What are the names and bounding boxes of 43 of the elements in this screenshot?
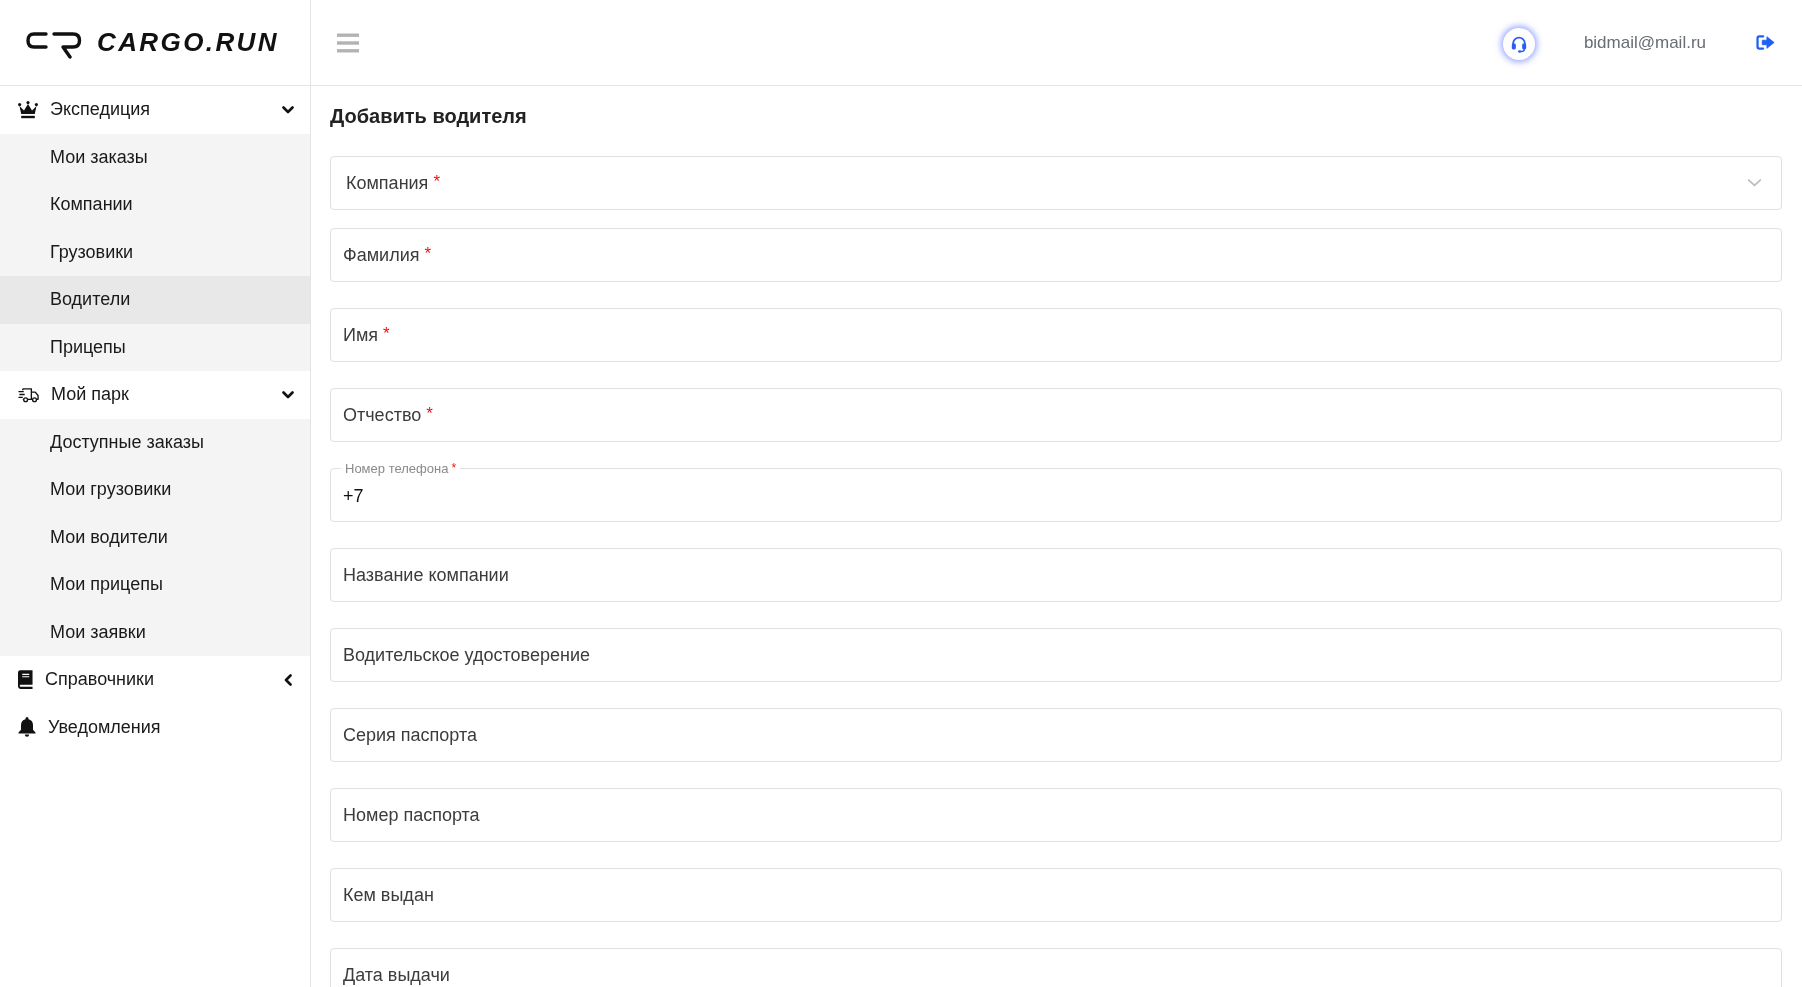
user-email: bidmail@mail.ru	[1583, 32, 1706, 53]
field-placeholder: Водительское удостоверение	[343, 644, 590, 666]
field-placeholder: Фамилия *	[343, 244, 432, 266]
input-field[interactable]: Отчество *	[330, 388, 1782, 442]
field-placeholder: Дата выдачи	[343, 964, 450, 986]
logout-icon[interactable]	[1756, 35, 1775, 50]
bell-icon	[18, 717, 36, 738]
field-placeholder: Название компании	[343, 564, 509, 586]
brand-name: CARGO.RUN	[97, 27, 279, 58]
input-field[interactable]: Кем выдан	[330, 868, 1782, 922]
input-field[interactable]: Номер паспорта	[330, 788, 1782, 842]
sidebar-link[interactable]: Водители	[0, 276, 310, 324]
input-field[interactable]: Дата выдачи	[330, 948, 1782, 987]
headset-icon[interactable]	[1502, 27, 1535, 60]
sidebar-link[interactable]: Компании	[0, 181, 310, 229]
sidebar-link[interactable]: Мои заказы	[0, 133, 310, 181]
select-field[interactable]: Компания *	[330, 156, 1782, 210]
field-placeholder: Отчество *	[343, 404, 433, 426]
field-placeholder: Номер паспорта	[343, 804, 480, 826]
input-field[interactable]: Серия паспорта	[330, 708, 1782, 762]
field-placeholder: Компания *	[346, 172, 440, 194]
sidebar-link[interactable]: Мои грузовики	[0, 466, 310, 514]
field-placeholder: Серия паспорта	[343, 724, 477, 746]
sidebar-link[interactable]: Мои заявки	[0, 608, 310, 656]
sidebar-link[interactable]: Доступные заказы	[0, 418, 310, 466]
input-field[interactable]: Название компании	[330, 548, 1782, 602]
field-placeholder: Кем выдан	[343, 884, 434, 906]
crown-icon	[18, 100, 38, 119]
logo-mark-icon	[25, 32, 83, 59]
sidebar-link[interactable]: Грузовики	[0, 228, 310, 276]
input-field[interactable]: Водительское удостоверение	[330, 628, 1782, 682]
page-title: Добавить водителя	[330, 104, 528, 129]
truck-icon	[18, 386, 39, 403]
sidebar-link[interactable]: Мои прицепы	[0, 561, 310, 609]
book-icon	[18, 670, 33, 690]
field-value: +7	[343, 485, 364, 507]
sidebar-link[interactable]: Прицепы	[0, 323, 310, 371]
input-field[interactable]: Имя *	[330, 308, 1782, 362]
field-label: Номер телефона *	[341, 461, 461, 477]
sidebar-link[interactable]: Мои водители	[0, 513, 310, 561]
input-field[interactable]: Фамилия *	[330, 228, 1782, 282]
field-placeholder: Имя *	[343, 324, 390, 346]
chevron-down-icon	[1747, 179, 1762, 187]
